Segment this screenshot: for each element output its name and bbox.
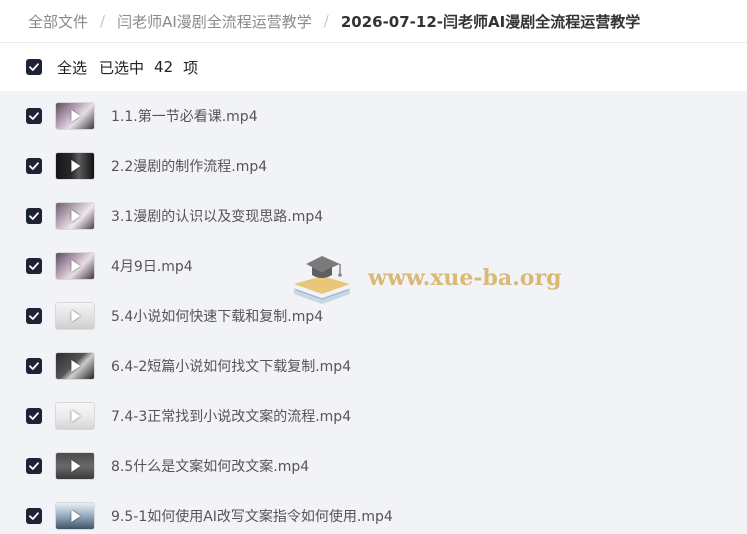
video-thumbnail-icon[interactable] — [55, 452, 95, 480]
checkmark-icon — [29, 262, 39, 270]
breadcrumb-separator: / — [100, 12, 106, 30]
video-thumbnail-icon[interactable] — [55, 352, 95, 380]
file-name[interactable]: 9.5-1如何使用AI改写文案指令如何使用.mp4 — [111, 506, 393, 526]
checkmark-icon — [29, 512, 39, 520]
play-icon — [71, 260, 81, 272]
selected-unit: 项 — [183, 58, 199, 77]
file-checkbox[interactable] — [26, 508, 42, 524]
play-icon — [71, 160, 81, 172]
video-thumbnail-icon[interactable] — [55, 302, 95, 330]
breadcrumb-root[interactable]: 全部文件 — [28, 11, 88, 32]
selection-bar: 全选 已选中 42 项 — [0, 43, 747, 91]
file-checkbox[interactable] — [26, 258, 42, 274]
checkmark-icon — [29, 212, 39, 220]
file-row[interactable]: 7.4-3正常找到小说改文案的流程.mp4 — [0, 391, 747, 441]
file-row[interactable]: 4月9日.mp4 — [0, 241, 747, 291]
play-icon — [71, 460, 81, 472]
checkmark-icon — [29, 362, 39, 370]
file-row[interactable]: 8.5什么是文案如何改文案.mp4 — [0, 441, 747, 491]
file-list: 1.1.第一节必看课.mp4 2.2漫剧的制作流程.mp4 3.1漫剧的认识以及变现… — [0, 91, 747, 534]
file-row[interactable]: 5.4小说如何快速下载和复制.mp4 — [0, 291, 747, 341]
file-name[interactable]: 3.1漫剧的认识以及变现思路.mp4 — [111, 206, 323, 226]
checkmark-icon — [29, 312, 39, 320]
file-name[interactable]: 8.5什么是文案如何改文案.mp4 — [111, 456, 309, 476]
play-icon — [71, 210, 81, 222]
file-name[interactable]: 1.1.第一节必看课.mp4 — [111, 106, 258, 126]
file-checkbox[interactable] — [26, 458, 42, 474]
checkmark-icon — [29, 412, 39, 420]
file-checkbox[interactable] — [26, 158, 42, 174]
file-checkbox[interactable] — [26, 308, 42, 324]
checkmark-icon — [29, 462, 39, 470]
file-row[interactable]: 2.2漫剧的制作流程.mp4 — [0, 141, 747, 191]
file-checkbox[interactable] — [26, 108, 42, 124]
file-name[interactable]: 2.2漫剧的制作流程.mp4 — [111, 156, 267, 176]
file-name[interactable]: 5.4小说如何快速下载和复制.mp4 — [111, 306, 323, 326]
play-icon — [71, 110, 81, 122]
video-thumbnail-icon[interactable] — [55, 402, 95, 430]
file-checkbox[interactable] — [26, 408, 42, 424]
file-row[interactable]: 9.5-1如何使用AI改写文案指令如何使用.mp4 — [0, 491, 747, 534]
selected-count: 42 — [154, 58, 174, 76]
checkmark-icon — [29, 63, 39, 71]
video-thumbnail-icon[interactable] — [55, 152, 95, 180]
select-all-label[interactable]: 全选 — [57, 57, 87, 78]
breadcrumb-current: 2026-07-12-闫老师AI漫剧全流程运营教学 — [340, 12, 641, 31]
checkmark-icon — [29, 162, 39, 170]
play-icon — [71, 410, 81, 422]
file-name[interactable]: 6.4-2短篇小说如何找文下载复制.mp4 — [111, 356, 351, 376]
video-thumbnail-icon[interactable] — [55, 252, 95, 280]
file-row[interactable]: 1.1.第一节必看课.mp4 — [0, 91, 747, 141]
checkmark-icon — [29, 112, 39, 120]
play-icon — [71, 310, 81, 322]
breadcrumb-parent[interactable]: 闫老师AI漫剧全流程运营教学 — [117, 11, 312, 32]
breadcrumb-separator: / — [323, 12, 329, 30]
select-all-checkbox[interactable] — [26, 59, 42, 75]
video-thumbnail-icon[interactable] — [55, 502, 95, 530]
file-name[interactable]: 7.4-3正常找到小说改文案的流程.mp4 — [111, 406, 351, 426]
file-name[interactable]: 4月9日.mp4 — [111, 256, 193, 276]
file-checkbox[interactable] — [26, 358, 42, 374]
play-icon — [71, 510, 81, 522]
breadcrumb: 全部文件 / 闫老师AI漫剧全流程运营教学 / 2026-07-12-闫老师AI… — [0, 0, 747, 43]
file-row[interactable]: 6.4-2短篇小说如何找文下载复制.mp4 — [0, 341, 747, 391]
play-icon — [71, 360, 81, 372]
video-thumbnail-icon[interactable] — [55, 202, 95, 230]
video-thumbnail-icon[interactable] — [55, 102, 95, 130]
selected-label: 已选中 — [99, 58, 145, 77]
file-row[interactable]: 3.1漫剧的认识以及变现思路.mp4 — [0, 191, 747, 241]
file-checkbox[interactable] — [26, 208, 42, 224]
